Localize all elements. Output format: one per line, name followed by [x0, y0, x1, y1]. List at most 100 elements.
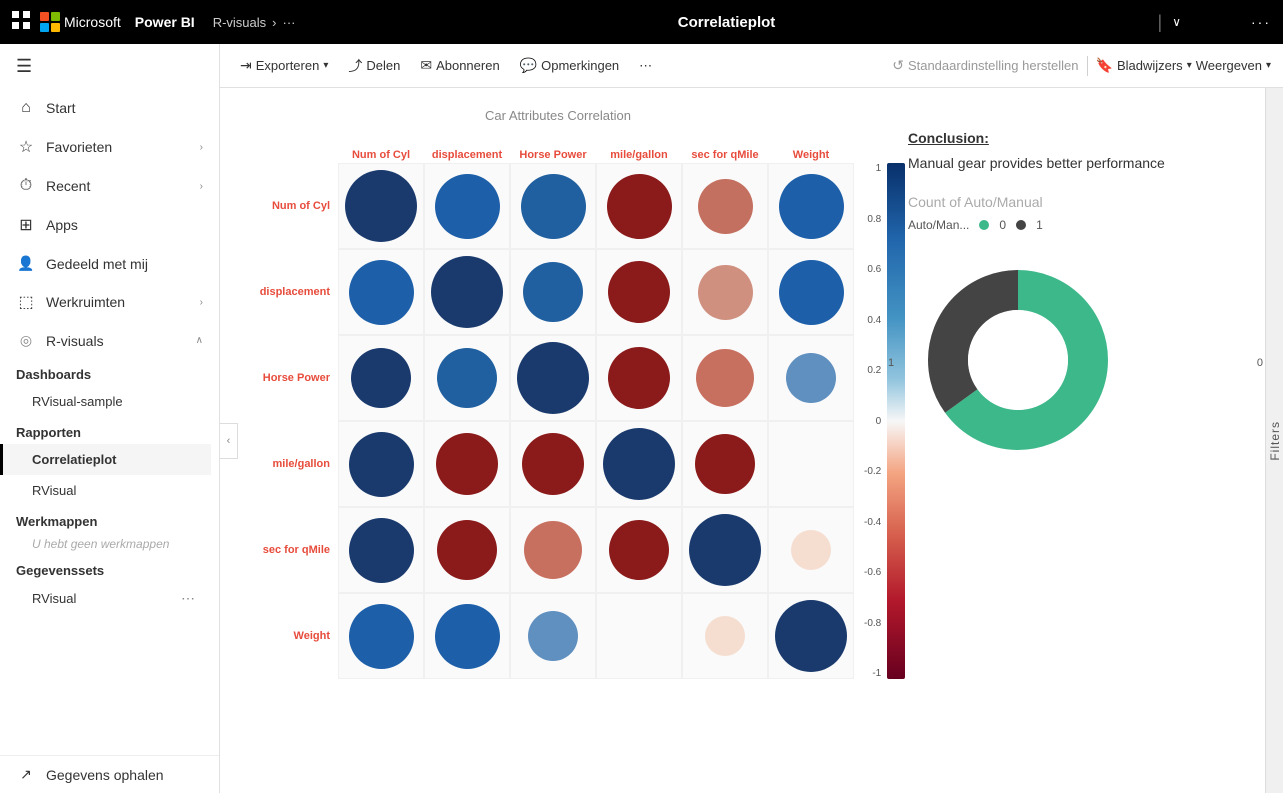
toolbar-separator [1087, 56, 1088, 76]
sidebar-item-shared[interactable]: 👤 Gedeeld met mij [0, 245, 219, 282]
topbar: Microsoft Power BI R-visuals › ··· Corre… [0, 0, 1283, 44]
title-chevron[interactable]: ∨ [1172, 15, 1181, 29]
plot-title: Car Attributes Correlation [248, 108, 868, 123]
sidebar-sub-rvisual-ds[interactable]: RVisual ⋯ [0, 582, 211, 615]
sidebar-sub-correlatieplot[interactable]: Correlatieplot [0, 444, 211, 475]
cell-2-1 [424, 335, 510, 421]
col-headers: Num of Cyl displacement Horse Power mile… [248, 133, 854, 163]
row-label-0: Num of Cyl [248, 200, 338, 212]
recent-chevron: › [200, 181, 203, 192]
sidebar-favorites-label: Favorieten [46, 139, 190, 155]
right-panel: Conclusion: Manual gear provides better … [888, 108, 1263, 773]
color-scale: 1 0.8 0.6 0.4 0.2 0 -0.2 -0.4 -0.6 -0. [864, 133, 905, 679]
toolbar-more-icon: ⋯ [639, 58, 652, 74]
donut-wrapper: 1 0 [908, 250, 1243, 475]
comments-button[interactable]: 💬 Opmerkingen [512, 53, 627, 78]
rvisuals-chevron: ∧ [196, 335, 203, 346]
cell-0-2 [510, 163, 596, 249]
export-button[interactable]: ⇥ Exporteren ▾ [232, 53, 336, 78]
cell-3-5 [768, 421, 854, 507]
toolbar-more-button[interactable]: ⋯ [631, 54, 660, 78]
workspace-icon: ⬚ [16, 292, 36, 312]
correlation-plot: Car Attributes Correlation Num of Cyl di… [248, 108, 868, 773]
export-icon: ⇥ [240, 57, 252, 74]
toolbar: ⇥ Exporteren ▾ ⤴ Delen ✉ Abonneren 💬 Opm… [220, 44, 1283, 88]
count-title: Count of Auto/Manual [908, 194, 1243, 210]
export-chevron: ▾ [323, 60, 328, 71]
cell-3-1 [424, 421, 510, 507]
get-data-icon: ↗ [16, 766, 36, 783]
scale-container: 1 0.8 0.6 0.4 0.2 0 -0.2 -0.4 -0.6 -0. [864, 163, 905, 679]
row-label-4: sec for qMile [248, 544, 338, 556]
comments-label: Opmerkingen [541, 58, 619, 73]
scale-label-n04: -0.4 [864, 517, 881, 528]
title-divider: | [1158, 12, 1163, 33]
powerbi-label: Power BI [135, 14, 195, 30]
share-button[interactable]: ⤴ Delen [340, 52, 408, 80]
share-label: Delen [366, 58, 400, 73]
sidebar-start-label: Start [46, 100, 203, 116]
report-content: ‹ Car Attributes Correlation Num of Cyl … [220, 88, 1283, 793]
subscribe-button[interactable]: ✉ Abonneren [412, 53, 507, 78]
left-collapse-icon: ‹ [227, 435, 231, 447]
app-grid-icon[interactable] [12, 11, 30, 34]
sidebar-toggle[interactable]: ☰ [0, 44, 219, 89]
cell-3-2 [510, 421, 596, 507]
sidebar-shared-label: Gedeeld met mij [46, 256, 203, 272]
left-collapse-button[interactable]: ‹ [220, 423, 238, 459]
cell-4-3 [596, 507, 682, 593]
cell-4-2 [510, 507, 596, 593]
cell-2-2 [510, 335, 596, 421]
filter-label: Filters [1268, 421, 1282, 461]
legend-dot-1 [1016, 220, 1026, 230]
bookmarks-button[interactable]: 🔖 Bladwijzers ▾ [1096, 57, 1192, 74]
sidebar-item-apps[interactable]: ⊞ Apps [0, 205, 219, 245]
report-title: Correlatieplot [306, 14, 1148, 31]
sidebar-section-datasets: Gegevenssets [0, 555, 211, 582]
plot-row-5: Weight [248, 593, 854, 679]
filter-panel[interactable]: Filters [1265, 88, 1283, 793]
plot-row-3: mile/gallon [248, 421, 854, 507]
content-wrapper: ⇥ Exporteren ▾ ⤴ Delen ✉ Abonneren 💬 Opm… [220, 44, 1283, 793]
cell-1-5 [768, 249, 854, 335]
scale-label-n08: -0.8 [864, 618, 881, 629]
legend-1-label: 1 [1036, 218, 1043, 232]
cell-5-0 [338, 593, 424, 679]
no-workbooks-label: U hebt geen werkmappen [0, 533, 211, 555]
home-icon: ⌂ [16, 99, 36, 117]
scale-label-02: 0.2 [864, 365, 881, 376]
more-options-button[interactable]: ··· [1251, 14, 1271, 30]
breadcrumb-item1[interactable]: R-visuals [213, 15, 266, 30]
cell-3-3 [596, 421, 682, 507]
cell-4-0 [338, 507, 424, 593]
rvisuals-icon: ◎ [16, 332, 36, 349]
sidebar-sub-rvisual-sample[interactable]: RVisual-sample [0, 386, 211, 417]
sidebar-item-workspaces[interactable]: ⬚ Werkruimten › [0, 282, 219, 322]
shared-icon: 👤 [16, 255, 36, 272]
report-canvas: Car Attributes Correlation Num of Cyl di… [220, 88, 1283, 793]
donut-label-0: 0 [1257, 357, 1263, 369]
donut-chart [908, 250, 1128, 470]
sidebar-recent-label: Recent [46, 178, 190, 194]
scale-bar [887, 163, 905, 679]
comments-icon: 💬 [520, 57, 537, 74]
view-button[interactable]: Weergeven ▾ [1196, 58, 1271, 73]
count-legend: Auto/Man... 0 1 [908, 218, 1243, 232]
sidebar-item-favorites[interactable]: ☆ Favorieten › [0, 127, 219, 167]
sidebar-item-rvisuals[interactable]: ◎ R-visuals ∧ [0, 322, 219, 359]
sidebar-section-workbooks: Werkmappen [0, 506, 211, 533]
cell-2-5 [768, 335, 854, 421]
breadcrumb-more[interactable]: ··· [283, 15, 296, 30]
cell-5-3 [596, 593, 682, 679]
sidebar-sub-rvisual-report[interactable]: RVisual [0, 475, 211, 506]
sidebar-item-get-data[interactable]: ↗ Gegevens ophalen [0, 755, 219, 793]
sidebar-item-recent[interactable]: ⏱ Recent › [0, 167, 219, 205]
sidebar-item-start[interactable]: ⌂ Start [0, 89, 219, 127]
col-header-2: Horse Power [510, 133, 596, 163]
restore-button[interactable]: ↺ Standaardinstelling herstellen [892, 57, 1078, 74]
dataset-more-icon[interactable]: ⋯ [181, 590, 195, 607]
col-header-5: Weight [768, 133, 854, 163]
sidebar-expanded-content: Dashboards RVisual-sample Rapporten Corr… [0, 359, 219, 615]
export-label: Exporteren [256, 58, 320, 73]
bookmark-icon: 🔖 [1096, 57, 1113, 74]
